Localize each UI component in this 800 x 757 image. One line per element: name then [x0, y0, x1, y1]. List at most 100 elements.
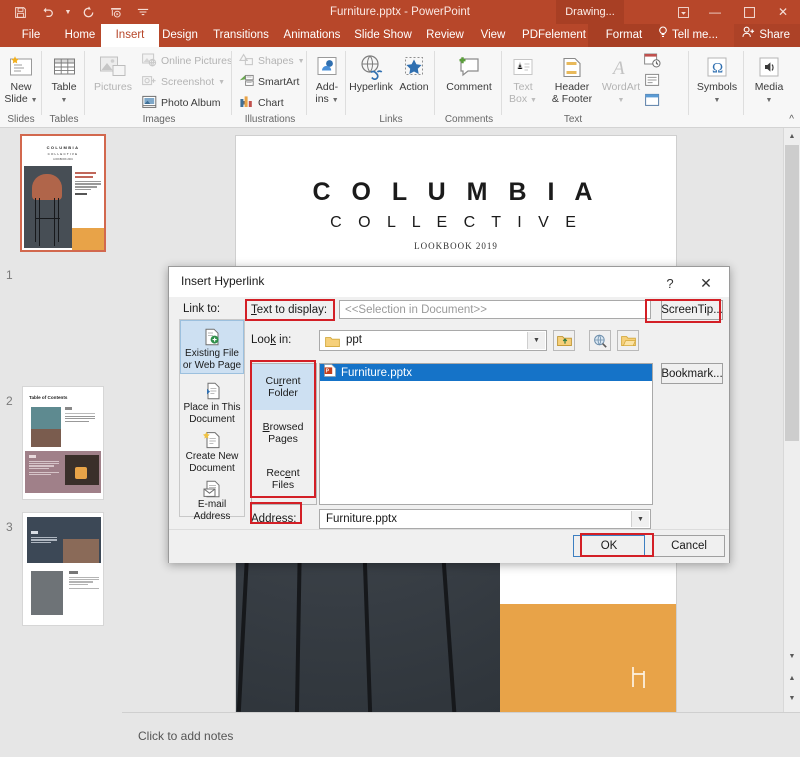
ribbon-group-illustrations: Shapes ▼ SmartArt Chart Illustrations [233, 47, 307, 127]
media-button[interactable]: Media ▼ [745, 50, 793, 106]
cancel-button[interactable]: Cancel [653, 535, 725, 557]
customize-qat-icon[interactable] [130, 0, 156, 24]
thumbnail-number-1: 1 [6, 268, 13, 282]
ribbon-group-links: Hyperlink Action Links [347, 47, 435, 127]
pictures-button[interactable]: Pictures [86, 50, 140, 94]
link-to-place-in-document[interactable]: Place in This Document [180, 375, 244, 428]
action-button[interactable]: Action [395, 50, 433, 94]
look-in-value: ppt [346, 334, 362, 346]
pictures-icon [99, 50, 127, 80]
online-pictures-icon [142, 53, 157, 70]
table-button[interactable]: Table ▼ [43, 50, 85, 106]
dialog-title: Insert Hyperlink [181, 274, 265, 288]
text-box-button[interactable]: Text Box ▼ [503, 50, 543, 106]
screenshot-label: Screenshot [161, 76, 215, 88]
screentip-button[interactable]: ScreenTip... [661, 300, 723, 320]
online-pictures-button[interactable]: Online Pictures [142, 52, 232, 70]
link-to-existing-file-label: Existing File or Web Page [182, 348, 242, 371]
header-footer-button[interactable]: Header & Footer [544, 50, 600, 105]
address-dropdown-icon[interactable]: ▼ [631, 511, 649, 527]
bookmark-button[interactable]: Bookmark... [661, 363, 723, 384]
slide-thumbnail-3[interactable] [22, 512, 104, 626]
collapse-ribbon-button[interactable]: ^ [789, 114, 794, 125]
slide-thumbnail-1[interactable]: COLUMBIA COLLECTIVE LOOKBOOK 2019 [20, 134, 106, 252]
restore-icon[interactable] [732, 0, 766, 24]
tab-pdfelement[interactable]: PDFelement [508, 24, 600, 47]
share-label: Share [759, 29, 790, 41]
comment-button[interactable]: Comment [436, 50, 502, 94]
file-list[interactable]: P Furniture.pptx [319, 363, 653, 505]
undo-dropdown-caret-icon[interactable]: ▼ [62, 0, 74, 24]
scroll-up-icon[interactable]: ▲ [784, 128, 800, 144]
scope-browsed-pages[interactable]: Browsed Pages [252, 410, 314, 456]
next-slide-icon[interactable]: ▼ [784, 690, 800, 706]
tab-format[interactable]: Format [588, 24, 660, 47]
vertical-scrollbar[interactable]: ▲ ▼ ▲ ▼ [783, 128, 800, 712]
save-icon[interactable] [6, 0, 34, 24]
new-slide-label: New Slide ▼ [4, 81, 38, 105]
minimize-icon[interactable]: — [698, 0, 732, 24]
redo-icon[interactable] [74, 0, 102, 24]
link-to-email-address[interactable]: E-mail Address [180, 473, 244, 522]
address-label: Address: [251, 513, 297, 525]
screenshot-caret-icon[interactable]: ▼ [218, 79, 225, 86]
ok-button[interactable]: OK [573, 535, 645, 557]
look-in-dropdown-icon[interactable]: ▼ [527, 332, 545, 349]
undo-icon[interactable] [34, 0, 62, 24]
dialog-help-icon[interactable]: ? [657, 272, 683, 294]
comment-label: Comment [446, 81, 492, 93]
slide-thumbnail-panel[interactable]: 1 COLUMBIA COLLECTIVE LOOKBOOK 2019 2 Ta… [0, 128, 123, 712]
browse-the-web-icon[interactable] [589, 330, 611, 351]
wordart-label: WordArt ▼ [601, 81, 641, 104]
new-slide-button[interactable]: New Slide ▼ [0, 50, 42, 106]
shapes-button[interactable]: Shapes ▼ [239, 52, 305, 70]
link-to-create-new-document[interactable]: Create New Document [180, 424, 244, 477]
ribbon-group-tables: Table ▼ Tables [43, 47, 85, 127]
previous-slide-icon[interactable]: ▲ [784, 670, 800, 686]
text-box-label: Text Box ▼ [509, 81, 537, 105]
start-slideshow-icon[interactable] [102, 0, 130, 24]
share-button[interactable]: Share [734, 24, 800, 47]
object-button[interactable] [644, 93, 661, 113]
speaker-icon [756, 50, 782, 80]
smartart-icon [239, 74, 254, 90]
shapes-caret-icon[interactable]: ▼ [298, 58, 305, 65]
dialog-close-icon[interactable]: ✕ [691, 272, 721, 294]
look-in-combo[interactable]: ppt ▼ [319, 330, 547, 351]
notes-pane[interactable]: Click to add notes [122, 712, 800, 757]
slide-thumbnail-2[interactable]: Table of Contents [22, 386, 104, 500]
insert-hyperlink-dialog[interactable]: Insert Hyperlink ? ✕ Link to: Existing F… [168, 266, 730, 563]
chart-label: Chart [258, 97, 284, 109]
hyperlink-label: Hyperlink [349, 81, 393, 93]
ribbon-display-options-icon[interactable] [668, 0, 698, 24]
symbols-button[interactable]: Ω Symbols ▼ [690, 50, 744, 106]
file-list-item[interactable]: P Furniture.pptx [320, 364, 652, 381]
text-to-display-input[interactable]: <<Selection in Document>> [339, 300, 651, 319]
media-label: Media ▼ [754, 81, 784, 104]
chart-button[interactable]: Chart [239, 94, 284, 112]
scrollbar-thumb[interactable] [785, 145, 799, 441]
link-to-existing-file[interactable]: Existing File or Web Page [180, 320, 244, 374]
scroll-down-icon[interactable]: ▼ [784, 648, 800, 664]
slide-number-button[interactable] [644, 73, 661, 93]
close-icon[interactable]: ✕ [766, 0, 800, 24]
scope-recent-files[interactable]: Recent Files [252, 456, 314, 502]
address-combo[interactable]: Furniture.pptx ▼ [319, 509, 651, 529]
shapes-icon [239, 53, 254, 69]
online-pictures-label: Online Pictures [161, 55, 233, 67]
smartart-button[interactable]: SmartArt [239, 73, 299, 91]
date-time-button[interactable] [644, 53, 661, 73]
quick-access-toolbar: ▼ [6, 0, 156, 24]
addins-button[interactable]: Add-ins ▼ [308, 50, 346, 106]
tell-me-box[interactable]: Tell me... [652, 24, 724, 47]
link-to-list[interactable]: Existing File or Web Page Place in This Do… [179, 319, 245, 522]
wordart-button[interactable]: A WordArt ▼ [600, 50, 642, 106]
screenshot-button[interactable]: Screenshot ▼ [142, 73, 225, 91]
pictures-label: Pictures [94, 81, 132, 93]
browse-for-file-icon[interactable] [617, 330, 639, 351]
svg-text:Ω: Ω [712, 61, 723, 77]
up-one-folder-icon[interactable] [553, 330, 575, 351]
scope-current-folder[interactable]: Current Folder [252, 364, 314, 410]
folder-scope-list[interactable]: Current Folder Browsed Pages Recent Files [251, 363, 317, 505]
hyperlink-button[interactable]: Hyperlink [347, 50, 395, 94]
